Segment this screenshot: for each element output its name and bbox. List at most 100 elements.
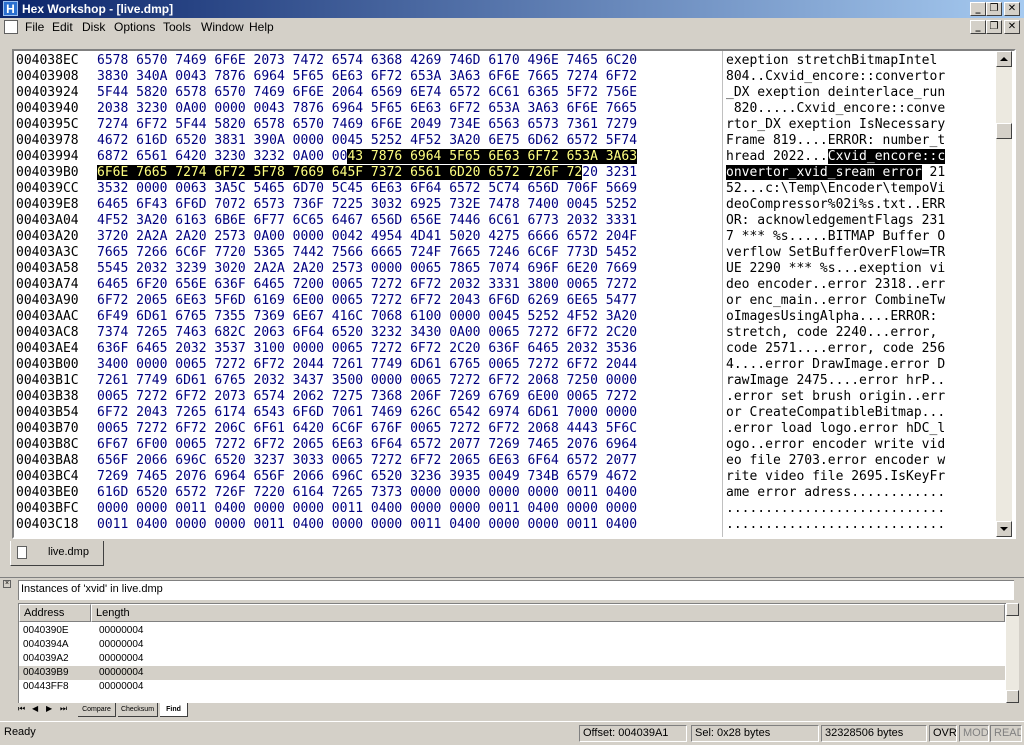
row-hex-bytes[interactable]: 6465 6F20 656E 636F 6465 7200 0065 7272 … (97, 277, 637, 293)
hex-row[interactable]: 00403B1C 7261 7749 6D61 6765 2032 3437 35… (14, 373, 1004, 389)
hex-row[interactable]: 00403994 6872 6561 6420 3230 3232 0A00 00… (14, 149, 1004, 165)
row-ascii[interactable]: eo file 2703.error encoder w (726, 453, 945, 469)
row-ascii[interactable]: 7 *** %s.....BITMAP Buffer O (726, 229, 945, 245)
row-hex-bytes[interactable]: 6465 6F43 6F6D 7072 6573 736F 7225 3032 … (97, 197, 637, 213)
find-result-row[interactable]: 004039A2 00000004 (19, 652, 1005, 666)
row-hex-bytes[interactable]: 6F72 2065 6E63 5F6D 6169 6E00 0065 7272 … (97, 293, 637, 309)
row-hex-bytes[interactable]: 5545 2032 3239 3020 2A2A 2A20 2573 0000 … (97, 261, 637, 277)
row-ascii[interactable]: stretch, code 2240...error, (726, 325, 945, 341)
row-ascii[interactable]: ............................ (726, 501, 945, 517)
row-ascii[interactable]: 820.....Cxvid_encore::conve (726, 101, 945, 117)
document-menu-icon[interactable] (4, 20, 18, 34)
minimize-button[interactable]: _ (970, 2, 986, 16)
row-ascii[interactable]: deoCompressor%02i%s.txt..ERR (726, 197, 945, 213)
maximize-button[interactable]: ❐ (986, 2, 1002, 16)
menu-disk[interactable]: Disk (80, 20, 107, 35)
row-ascii[interactable]: exeption stretchBitmapIntel (726, 53, 937, 69)
tab-live-dmp[interactable]: live.dmp (10, 541, 104, 566)
hex-row[interactable]: 00403908 3830 340A 0043 7876 6964 5F65 6E… (14, 69, 1004, 85)
tab-last-icon[interactable]: ⏭ (60, 704, 67, 714)
menu-window[interactable]: Window (199, 20, 246, 35)
find-result-row[interactable]: 0040390E 00000004 (19, 624, 1005, 638)
hex-row[interactable]: 00403AE4 636F 6465 2032 3537 3100 0000 00… (14, 341, 1004, 357)
row-hex-bytes[interactable]: 7261 7749 6D61 6765 2032 3437 3500 0000 … (97, 373, 637, 389)
row-ascii[interactable]: ogo..error encoder write vid (726, 437, 945, 453)
hex-row[interactable]: 00403BFC 0000 0000 0011 0400 0000 0000 00… (14, 501, 1004, 517)
tab-prev-icon[interactable]: ◀ (32, 704, 38, 713)
column-length[interactable]: Length (91, 604, 1005, 622)
row-hex-bytes[interactable]: 5F44 5820 6578 6570 7469 6F6E 2064 6569 … (97, 85, 637, 101)
doc-restore-button[interactable]: ❐ (986, 20, 1002, 34)
row-hex-bytes[interactable]: 0065 7272 6F72 206C 6F61 6420 6C6F 676F … (97, 421, 637, 437)
hex-row[interactable]: 00403924 5F44 5820 6578 6570 7469 6F6E 20… (14, 85, 1004, 101)
menu-options[interactable]: Options (112, 20, 157, 35)
row-hex-bytes[interactable]: 0000 0000 0011 0400 0000 0000 0011 0400 … (97, 501, 637, 517)
row-ascii[interactable]: deo encoder..error 2318..err (726, 277, 945, 293)
hex-row[interactable]: 00403A58 5545 2032 3239 3020 2A2A 2A20 25… (14, 261, 1004, 277)
find-scrollbar[interactable] (1006, 603, 1019, 703)
row-hex-bytes[interactable]: 6872 6561 6420 3230 3232 0A00 0043 7876 … (97, 149, 638, 165)
row-hex-bytes[interactable]: 2038 3230 0A00 0000 0043 7876 6964 5F65 … (97, 101, 637, 117)
doc-close-button[interactable]: ✕ (1004, 20, 1020, 34)
row-hex-bytes[interactable]: 6F72 2043 7265 6174 6543 6F6D 7061 7469 … (97, 405, 637, 421)
hex-row[interactable]: 00403A74 6465 6F20 656E 636F 6465 7200 00… (14, 277, 1004, 293)
row-ascii[interactable]: rawImage 2475....error hrP.. (726, 373, 945, 389)
row-hex-bytes[interactable]: 7665 7266 6C6F 7720 5365 7442 7566 6665 … (97, 245, 637, 261)
scroll-up-button[interactable] (996, 51, 1012, 67)
row-hex-bytes[interactable]: 0011 0400 0000 0000 0011 0400 0000 0000 … (97, 517, 637, 533)
row-ascii[interactable]: ame error adress............ (726, 485, 945, 501)
row-ascii[interactable]: UE 2290 *** %s...exeption vi (726, 261, 945, 277)
close-pane-icon[interactable]: × (3, 580, 11, 588)
hex-row[interactable]: 00403B38 0065 7272 6F72 2073 6574 2062 72… (14, 389, 1004, 405)
row-ascii[interactable]: oImagesUsingAlpha....ERROR: (726, 309, 945, 325)
tab-scroll-buttons[interactable]: ⏮ ◀ ▶ ⏭ (18, 704, 74, 716)
row-ascii[interactable]: 4....error DrawImage.error D (726, 357, 945, 373)
menu-help[interactable]: Help (247, 20, 276, 35)
row-ascii[interactable]: 804..Cxvid_encore::convertor (726, 69, 945, 85)
row-ascii[interactable]: 52...c:\Temp\Encoder\tempoVi (726, 181, 945, 197)
menu-edit[interactable]: Edit (50, 20, 75, 35)
row-ascii[interactable]: or CreateCompatibleBitmap... (726, 405, 945, 421)
row-ascii[interactable]: OR: acknowledgementFlags 231 (726, 213, 945, 229)
row-hex-bytes[interactable]: 7269 7465 2076 6964 656F 2066 696C 6520 … (97, 469, 637, 485)
tab-compare[interactable]: Compare (78, 703, 116, 717)
tab-next-icon[interactable]: ▶ (46, 704, 52, 713)
hex-row[interactable]: 00403BC4 7269 7465 2076 6964 656F 2066 69… (14, 469, 1004, 485)
column-address[interactable]: Address (19, 604, 91, 622)
hex-row[interactable]: 00403BE0 616D 6520 6572 726F 7220 6164 72… (14, 485, 1004, 501)
hex-row[interactable]: 00403B54 6F72 2043 7265 6174 6543 6F6D 70… (14, 405, 1004, 421)
row-ascii[interactable]: verflow SetBufferOverFlow=TR (726, 245, 945, 261)
row-hex-bytes[interactable]: 3830 340A 0043 7876 6964 5F65 6E63 6F72 … (97, 69, 637, 85)
hex-row[interactable]: 00403978 4672 616D 6520 3831 390A 0000 00… (14, 133, 1004, 149)
row-hex-bytes[interactable]: 4672 616D 6520 3831 390A 0000 0045 5252 … (97, 133, 637, 149)
row-ascii[interactable]: _DX exeption deinterlace_run (726, 85, 945, 101)
hex-row[interactable]: 004038EC 6578 6570 7469 6F6E 2073 7472 65… (14, 53, 1004, 69)
row-hex-bytes[interactable]: 3720 2A2A 2A20 2573 0A00 0000 0042 4954 … (97, 229, 637, 245)
hex-row[interactable]: 0040395C 7274 6F72 5F44 5820 6578 6570 74… (14, 117, 1004, 133)
hex-row[interactable]: 00403A3C 7665 7266 6C6F 7720 5365 7442 75… (14, 245, 1004, 261)
hex-row[interactable]: 00403B8C 6F67 6F00 0065 7272 6F72 2065 6E… (14, 437, 1004, 453)
hex-row[interactable]: 00403940 2038 3230 0A00 0000 0043 7876 69… (14, 101, 1004, 117)
scroll-thumb[interactable] (996, 123, 1012, 139)
row-ascii[interactable]: .error load logo.error hDC_l (726, 421, 945, 437)
row-hex-bytes[interactable]: 6F6E 7665 7274 6F72 5F78 7669 645F 7372 … (97, 165, 637, 181)
app-icon[interactable]: H (3, 1, 18, 16)
hex-row[interactable]: 004039E8 6465 6F43 6F6D 7072 6573 736F 72… (14, 197, 1004, 213)
row-hex-bytes[interactable]: 6F67 6F00 0065 7272 6F72 2065 6E63 6F64 … (97, 437, 637, 453)
find-scroll-down[interactable] (1006, 690, 1019, 703)
find-scroll-up[interactable] (1006, 603, 1019, 616)
hex-row[interactable]: 00403A20 3720 2A2A 2A20 2573 0A00 0000 00… (14, 229, 1004, 245)
hex-row[interactable]: 00403BA8 656F 2066 696C 6520 3237 3033 00… (14, 453, 1004, 469)
tab-checksum[interactable]: Checksum (118, 703, 158, 717)
row-ascii[interactable]: onvertor_xvid_sream error 21 (726, 165, 945, 181)
menu-file[interactable]: File (23, 20, 46, 35)
hex-row[interactable]: 00403A04 4F52 3A20 6163 6B6E 6F77 6C65 64… (14, 213, 1004, 229)
hex-row[interactable]: 00403A90 6F72 2065 6E63 5F6D 6169 6E00 00… (14, 293, 1004, 309)
hex-editor[interactable]: 004038EC 6578 6570 7469 6F6E 2073 7472 65… (12, 49, 1016, 539)
hex-row[interactable]: 004039CC 3532 0000 0063 3A5C 5465 6D70 5C… (14, 181, 1004, 197)
close-button[interactable]: ✕ (1004, 2, 1020, 16)
hex-row[interactable]: 00403B00 3400 0000 0065 7272 6F72 2044 72… (14, 357, 1004, 373)
row-ascii[interactable]: or enc_main..error CombineTw (726, 293, 945, 309)
row-ascii[interactable]: Frame 819....ERROR: number_t (726, 133, 945, 149)
row-hex-bytes[interactable]: 7274 6F72 5F44 5820 6578 6570 7469 6F6E … (97, 117, 637, 133)
